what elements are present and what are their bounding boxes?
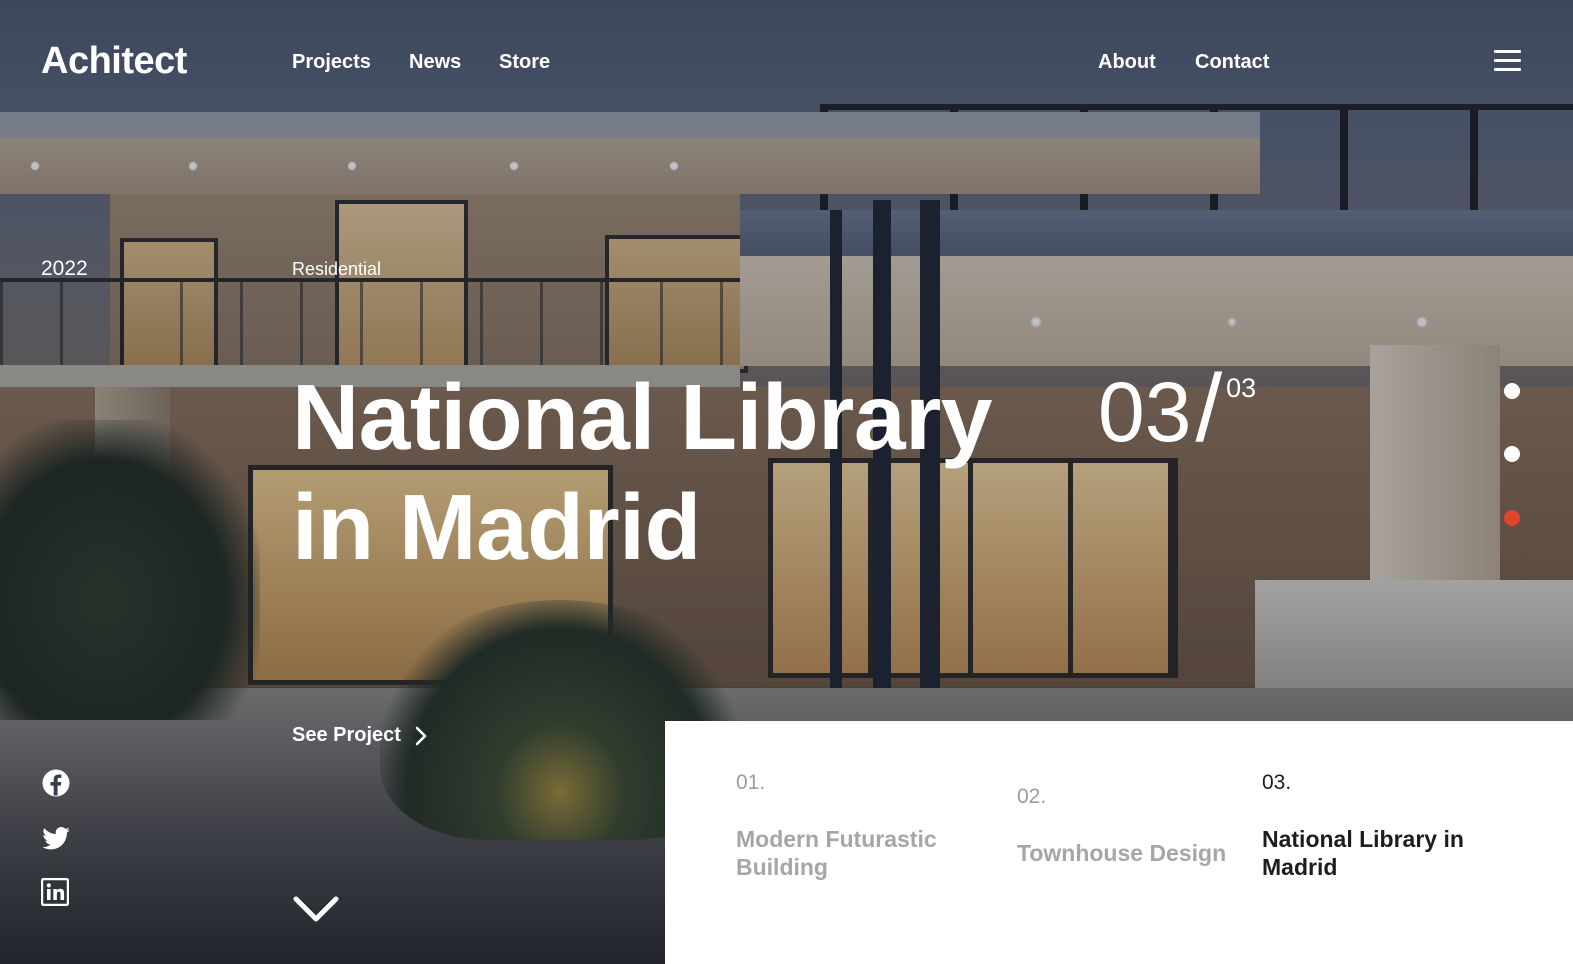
- project-item-number: 01.: [736, 771, 766, 794]
- twitter-icon[interactable]: [41, 824, 71, 854]
- hamburger-menu-icon[interactable]: [1494, 50, 1521, 74]
- project-title: National Library in Madrid: [292, 362, 1052, 582]
- project-item-1[interactable]: 01. Modern Futurastic Building: [736, 771, 986, 881]
- nav-link-news[interactable]: News: [409, 51, 461, 74]
- project-item-3[interactable]: 03. National Library in Madrid: [1262, 771, 1502, 881]
- slide-counter-current: 03: [1098, 365, 1192, 459]
- nav-link-store[interactable]: Store: [499, 51, 550, 74]
- nav-link-projects[interactable]: Projects: [292, 51, 371, 74]
- project-item-name: Townhouse Design: [1017, 840, 1227, 866]
- project-item-name: Modern Futurastic Building: [736, 826, 937, 880]
- slide-dot-3[interactable]: [1504, 510, 1520, 526]
- see-project-link[interactable]: See Project: [292, 724, 427, 747]
- project-year: 2022: [41, 257, 88, 280]
- chevron-right-icon: [415, 726, 427, 745]
- project-item-name: National Library in Madrid: [1262, 826, 1464, 880]
- chevron-down-icon[interactable]: [292, 893, 340, 925]
- project-category: Residential: [292, 259, 382, 279]
- linkedin-icon[interactable]: [40, 877, 71, 908]
- slide-counter-separator: /: [1195, 355, 1223, 462]
- facebook-icon[interactable]: [41, 768, 71, 798]
- slide-dot-2[interactable]: [1504, 446, 1520, 462]
- slide-counter-total: 03: [1226, 373, 1257, 403]
- project-item-2[interactable]: 02. Townhouse Design: [1017, 785, 1247, 867]
- project-selector-panel: 01. Modern Futurastic Building 02. Townh…: [665, 721, 1573, 964]
- project-item-number: 02.: [1017, 785, 1047, 808]
- slide-counter: 03/03: [1098, 354, 1257, 462]
- slide-dot-1[interactable]: [1504, 383, 1520, 399]
- project-title-line-1: National Library: [292, 365, 993, 469]
- nav-link-contact[interactable]: Contact: [1195, 51, 1269, 74]
- project-title-line-2: in Madrid: [292, 475, 701, 579]
- see-project-label: See Project: [292, 724, 401, 746]
- nav-link-about[interactable]: About: [1098, 51, 1156, 74]
- project-item-number: 03.: [1262, 771, 1292, 794]
- site-logo[interactable]: Achitect: [41, 40, 187, 83]
